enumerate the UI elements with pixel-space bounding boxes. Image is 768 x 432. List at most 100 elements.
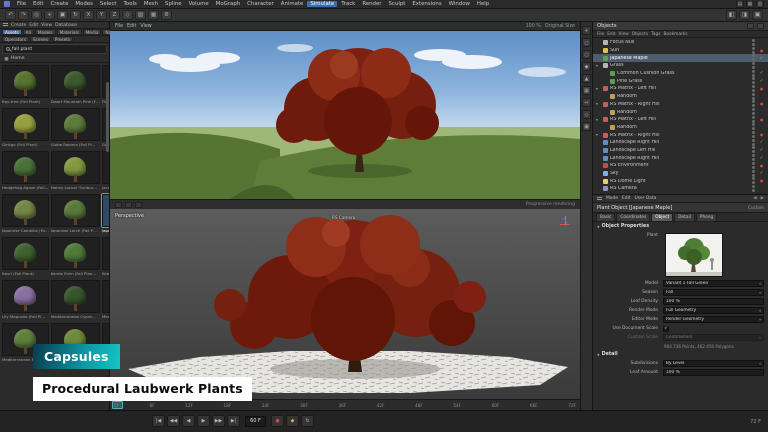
- layout-grid-icon[interactable]: ▦: [746, 1, 754, 8]
- scrollbar[interactable]: [106, 82, 109, 152]
- asset-browser-menu-item[interactable]: Edit: [29, 23, 38, 28]
- axis-gizmo[interactable]: [558, 215, 572, 229]
- objects-search-icon[interactable]: [747, 23, 754, 29]
- model-dropdown[interactable]: Variant 1 Fall Green: [663, 280, 764, 287]
- asset-browser-menu-item[interactable]: Database: [55, 23, 77, 28]
- object-row[interactable]: Landscape Right Hill: [593, 139, 768, 147]
- asset-thumbnail[interactable]: Kauri (Fall Plant): [2, 237, 49, 278]
- history-back-icon[interactable]: ◀: [753, 196, 756, 201]
- objects-menu-item[interactable]: Tags: [651, 32, 661, 37]
- object-row[interactable]: RS Matrix - Right Hill: [593, 101, 768, 109]
- leaf-amount-field[interactable]: 100 %: [663, 369, 764, 376]
- render-view-menu-item[interactable]: File: [115, 24, 123, 29]
- objects-menu-item[interactable]: Bookmarks: [663, 32, 687, 37]
- render-image[interactable]: [110, 31, 580, 199]
- render-view-icon[interactable]: ▧: [135, 10, 146, 20]
- objects-menu-item[interactable]: File: [597, 32, 604, 37]
- axis-y-lock-icon[interactable]: Y: [96, 10, 107, 20]
- asset-thumbnail[interactable]: Kobushi Magnolia (Fa…: [102, 237, 109, 278]
- asset-thumbnail[interactable]: Mexican Fan Palm (Fa…: [102, 280, 109, 321]
- axis-z-lock-icon[interactable]: Z: [109, 10, 120, 20]
- object-tag-icon[interactable]: [758, 140, 765, 145]
- object-tag-icon[interactable]: [758, 156, 765, 161]
- objects-menu-item[interactable]: View: [619, 32, 629, 37]
- region-icon[interactable]: [135, 202, 142, 208]
- play-button[interactable]: ▶: [197, 415, 210, 427]
- expand-arrow-icon[interactable]: [596, 118, 601, 122]
- object-row[interactable]: RS Dome Light: [593, 177, 768, 185]
- asset-thumbnail[interactable]: Honey Locust 'Sunbur…: [51, 151, 100, 192]
- zoom-level[interactable]: 100 %: [526, 24, 541, 29]
- menu-item[interactable]: Animate: [278, 1, 307, 7]
- asset-filter-tab[interactable]: Materials: [57, 29, 82, 35]
- asset-filter-tab[interactable]: Media: [83, 29, 102, 35]
- hamburger-icon[interactable]: [597, 197, 602, 201]
- redo-icon[interactable]: ↷: [18, 10, 29, 20]
- asset-filter-tab[interactable]: Assets: [2, 29, 22, 35]
- layout-columns-icon[interactable]: ▥: [756, 1, 764, 8]
- move-tool-icon[interactable]: +: [44, 10, 55, 20]
- goto-end-button[interactable]: ▶|: [227, 415, 240, 427]
- app-icon[interactable]: [4, 1, 10, 7]
- object-tag-icon[interactable]: [758, 178, 765, 184]
- menu-item[interactable]: Select: [97, 1, 120, 7]
- object-tag-icon[interactable]: [758, 117, 765, 123]
- object-row[interactable]: RS Matrix - Right Hill: [593, 131, 768, 139]
- object-tag-icon[interactable]: [758, 71, 765, 76]
- asset-thumbnail[interactable]: Japanese Maple (Fall …: [102, 194, 109, 235]
- expand-arrow-icon[interactable]: [596, 64, 601, 68]
- object-row[interactable]: Random: [593, 93, 768, 101]
- menu-item[interactable]: File: [14, 1, 29, 7]
- asset-filter-tab[interactable]: Operators: [2, 36, 29, 42]
- object-row[interactable]: Common Cushion Grass: [593, 70, 768, 78]
- render-settings-icon[interactable]: ⚙: [161, 10, 172, 20]
- object-tag-icon[interactable]: [758, 79, 765, 84]
- menu-item[interactable]: Modes: [72, 1, 96, 7]
- object-row[interactable]: RS Camera: [593, 185, 768, 193]
- asset-filter-tab[interactable]: Models: [35, 29, 56, 35]
- asset-browser-menu-item[interactable]: View: [41, 23, 52, 28]
- side-tool-icon[interactable]: ▦: [582, 86, 591, 95]
- viewport-perspective[interactable]: Perspective RS Camera: [110, 209, 580, 399]
- render-view-menu-item[interactable]: Edit: [127, 24, 136, 29]
- menu-item[interactable]: Simulate: [307, 1, 337, 7]
- history-forward-icon[interactable]: ▶: [761, 196, 764, 201]
- attributes-tab[interactable]: Coordinates: [616, 213, 650, 222]
- expand-arrow-icon[interactable]: [596, 102, 601, 106]
- render-mode-dropdown[interactable]: Full Geometry: [663, 307, 764, 314]
- asset-browser-menu-item[interactable]: Create: [11, 23, 26, 28]
- render-view-menu-item[interactable]: View: [140, 24, 151, 29]
- menu-item[interactable]: Volume: [186, 1, 212, 7]
- object-row[interactable]: Landscape Left Hill: [593, 147, 768, 155]
- object-tag-icon[interactable]: [758, 171, 765, 176]
- scale-tool-icon[interactable]: ▣: [57, 10, 68, 20]
- asset-thumbnail[interactable]: Jacaranda (Fall Plant): [102, 151, 109, 192]
- side-tool-icon[interactable]: ↔: [582, 98, 591, 107]
- section-detail[interactable]: Detail: [593, 350, 768, 359]
- object-row[interactable]: RS Environment: [593, 162, 768, 170]
- object-tag-icon[interactable]: [758, 56, 765, 61]
- section-object-properties[interactable]: Object Properties: [593, 222, 768, 231]
- object-row[interactable]: RS Matrix - Left Hill: [593, 85, 768, 93]
- menu-item[interactable]: Render: [359, 1, 384, 7]
- use-document-scale-checkbox[interactable]: ✓: [663, 326, 669, 332]
- expand-arrow-icon[interactable]: [596, 87, 601, 91]
- panel-full-icon[interactable]: ▣: [752, 10, 763, 20]
- prev-frame-button[interactable]: ◀: [182, 415, 195, 427]
- asset-filter-tab[interactable]: Presets: [52, 36, 73, 42]
- autokey-button[interactable]: ◆: [286, 415, 299, 427]
- record-keyframe-button[interactable]: ●: [271, 415, 284, 427]
- compare-icon[interactable]: [125, 202, 132, 208]
- layout-panel-icon[interactable]: ▤: [736, 1, 744, 8]
- objects-menu-item[interactable]: Edit: [607, 32, 615, 37]
- prev-key-button[interactable]: ◀◀: [167, 415, 180, 427]
- attributes-mode-item[interactable]: User Data: [634, 196, 656, 201]
- object-row[interactable]: Pine Grass: [593, 77, 768, 85]
- hamburger-icon[interactable]: [3, 23, 8, 27]
- asset-thumbnail[interactable]: Kentia Palm (Fall Plan…: [51, 237, 100, 278]
- asset-thumbnail[interactable]: Mediterranean Cypre…: [51, 280, 100, 321]
- editor-mode-dropdown[interactable]: Render Geometry: [663, 316, 764, 323]
- attributes-tab[interactable]: Phong: [696, 213, 717, 222]
- side-tool-icon[interactable]: ▣: [582, 122, 591, 131]
- menu-item[interactable]: Edit: [30, 1, 46, 7]
